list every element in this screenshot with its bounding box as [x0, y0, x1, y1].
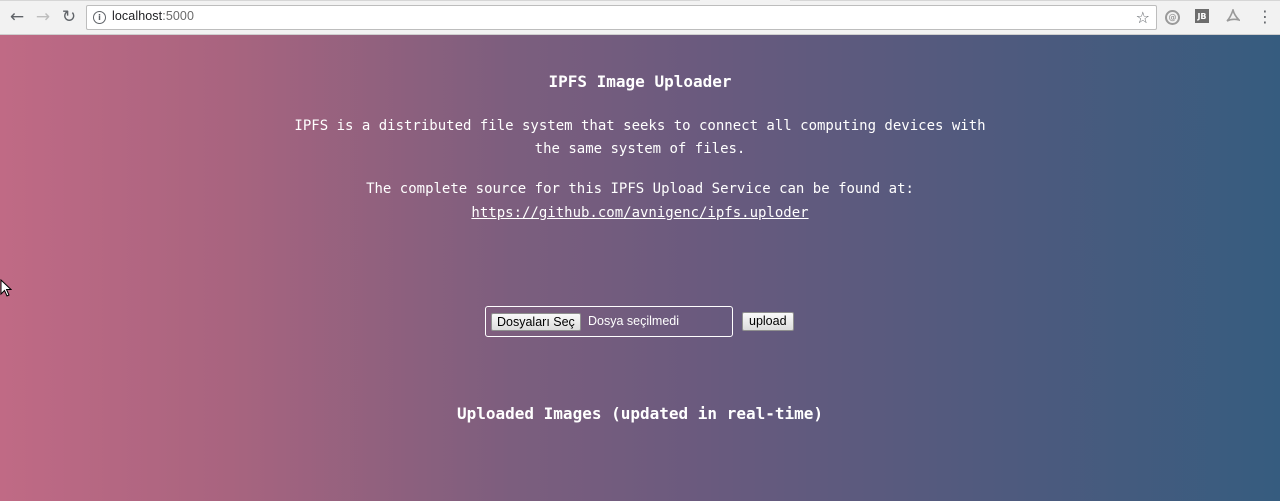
pdf-icon-shape	[1226, 8, 1240, 22]
forward-arrow-icon[interactable]: →	[32, 6, 54, 28]
menu-kebab-icon[interactable]: ⋮	[1257, 7, 1273, 26]
site-info-icon[interactable]: i	[93, 11, 106, 24]
pdf-extension-icon[interactable]	[1225, 8, 1241, 24]
page-description: IPFS is a distributed file system that s…	[294, 118, 986, 157]
file-status-label: Dosya seçilmedi	[588, 314, 680, 328]
source-link[interactable]: https://github.com/avnigenc/ipfs.uploder	[471, 201, 808, 225]
tab-strip-edge	[0, 0, 1280, 2]
source-text: The complete source for this IPFS Upload…	[366, 181, 914, 197]
browser-toolbar: ← → ↻ i localhost:5000 ☆ @ JB ⋮	[0, 0, 1280, 35]
tab-divider	[0, 0, 700, 1]
choose-files-button[interactable]: Dosyaları Seç	[491, 313, 581, 331]
uploaded-images-heading: Uploaded Images (updated in real-time)	[456, 404, 824, 423]
address-bar[interactable]: i localhost:5000 ☆	[86, 5, 1157, 30]
circular-extension-icon[interactable]: @	[1165, 10, 1180, 25]
upload-form: Dosyaları Seç Dosya seçilmedi upload	[485, 306, 805, 337]
jetbrains-extension-icon[interactable]: JB	[1195, 9, 1209, 23]
page-title: IPFS Image Uploader	[548, 72, 732, 91]
back-arrow-icon[interactable]: ←	[6, 6, 28, 28]
mouse-cursor-icon	[0, 279, 12, 297]
url-text[interactable]: localhost:5000	[112, 9, 194, 23]
page-body: IPFS Image Uploader IPFS is a distribute…	[0, 35, 1280, 501]
source-paragraph: The complete source for this IPFS Upload…	[280, 177, 1000, 225]
reload-icon[interactable]: ↻	[58, 6, 80, 28]
url-host: localhost	[112, 9, 163, 23]
tab-divider	[790, 0, 1280, 1]
upload-button[interactable]: upload	[742, 312, 794, 331]
bookmark-star-icon[interactable]: ☆	[1136, 8, 1150, 27]
url-port: :5000	[162, 9, 195, 23]
file-input[interactable]: Dosyaları Seç Dosya seçilmedi	[485, 306, 733, 337]
